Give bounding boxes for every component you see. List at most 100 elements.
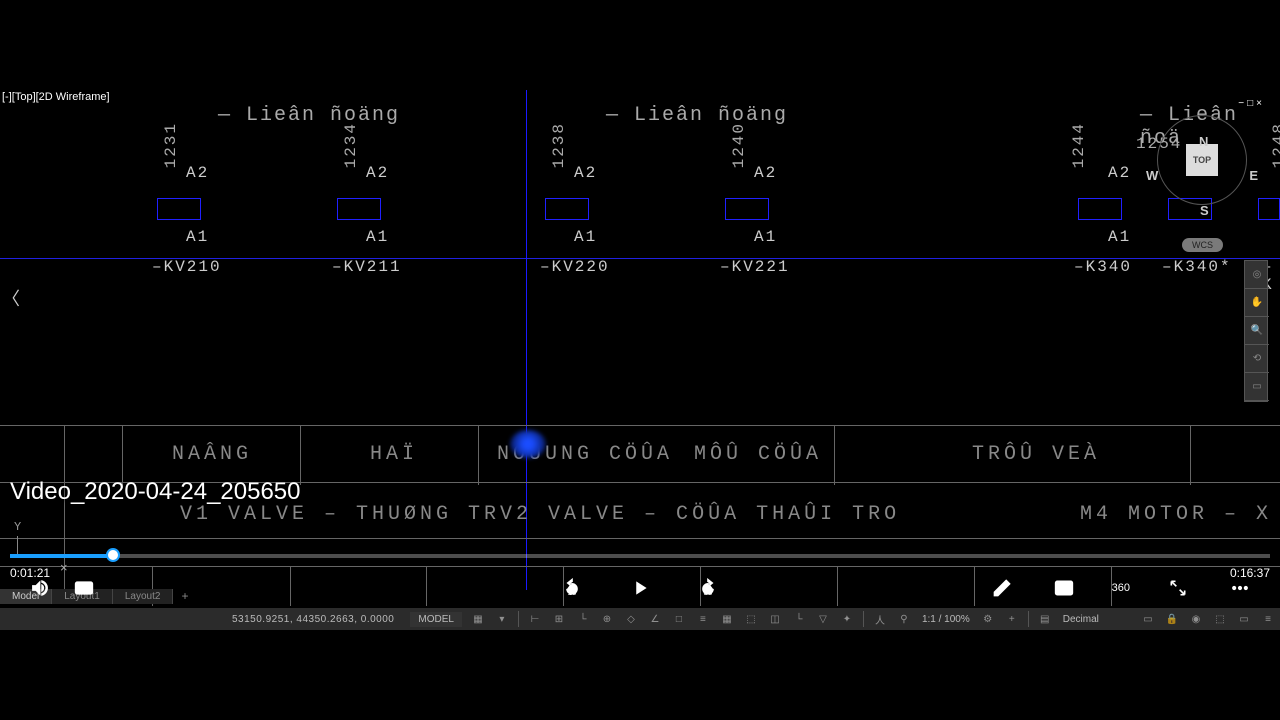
model-space-button[interactable]: MODEL <box>410 612 462 627</box>
ucs-y-axis-icon: Y <box>14 520 21 534</box>
separator <box>518 611 519 627</box>
subtitles-icon[interactable] <box>70 574 98 602</box>
table-cell: V1 VALVE – THUØNG TRV2 VALVE – CÖÛA THAÛ… <box>180 503 900 526</box>
table-border <box>300 425 301 485</box>
lineweight-icon[interactable]: ≡ <box>692 610 714 628</box>
component-ref: –KV211 <box>332 258 402 276</box>
ortho-icon[interactable]: └ <box>572 610 594 628</box>
terminal-label: A1 <box>1108 228 1131 246</box>
clean-screen-icon[interactable]: ▭ <box>1233 610 1255 628</box>
nav-zoom-icon[interactable]: 🔍 <box>1245 317 1269 345</box>
separator <box>1028 611 1029 627</box>
viewport-label[interactable]: [-][Top][2D Wireframe] <box>0 90 112 104</box>
more-icon[interactable] <box>1226 574 1254 602</box>
isometric-icon[interactable]: ◇ <box>620 610 642 628</box>
relay-symbol <box>1078 198 1122 220</box>
relay-symbol <box>725 198 769 220</box>
annotation-monitor-icon[interactable]: + <box>1001 610 1023 628</box>
edit-icon[interactable] <box>988 574 1016 602</box>
coordinates-readout[interactable]: 53150.9251, 44350.2663, 0.0000 <box>220 614 406 625</box>
play-button[interactable] <box>626 574 654 602</box>
wire-num: 1234 <box>342 122 360 168</box>
hardware-accel-icon[interactable]: ⬚ <box>1209 610 1231 628</box>
skip-fwd-label: 30 <box>704 588 713 597</box>
viewcube-south[interactable]: S <box>1200 203 1209 218</box>
table-border <box>0 425 1280 426</box>
wire-num: 1248 <box>1270 122 1280 168</box>
units-icon[interactable]: ▤ <box>1034 610 1056 628</box>
relay-symbol <box>545 198 589 220</box>
relay-symbol <box>1258 198 1280 220</box>
polar-tracking-icon[interactable]: ⊕ <box>596 610 618 628</box>
nav-wheel-icon[interactable]: ◎ <box>1245 261 1269 289</box>
annotation-scale[interactable]: 1:1 / 100% <box>916 614 976 625</box>
table-border <box>122 425 123 485</box>
component-ref: –K340 <box>1074 258 1132 276</box>
cursor-click-indicator <box>510 430 546 458</box>
workspace-icon[interactable]: ⚙ <box>977 610 999 628</box>
dynamic-input-icon[interactable]: ⊞ <box>548 610 570 628</box>
wcs-badge[interactable]: WCS <box>1182 238 1223 252</box>
dynamic-ucs-icon[interactable]: └ <box>788 610 810 628</box>
annotation-visibility-icon[interactable]: 人 <box>869 610 891 628</box>
skip-back-label: 10 <box>568 588 577 597</box>
isolate-objects-icon[interactable]: ◉ <box>1185 610 1207 628</box>
cad-viewport[interactable]: [-][Top][2D Wireframe] − □ × 〈 — Lieân ñ… <box>0 90 1280 630</box>
transparency-icon[interactable]: ▦ <box>716 610 738 628</box>
terminal-label: A2 <box>366 164 389 182</box>
navigation-bar: ◎ ✋ 🔍 ⟲ ▭ <box>1244 260 1268 402</box>
wire-num: 1231 <box>162 122 180 168</box>
nav-left-arrow-icon[interactable]: 〈 <box>2 285 20 311</box>
table-cell: NAÂNG <box>172 443 252 466</box>
grid-toggle-icon[interactable]: ▦ <box>467 610 489 628</box>
fullscreen-icon[interactable] <box>1164 574 1192 602</box>
viewcube-north[interactable]: N <box>1199 134 1208 149</box>
skip-forward-button[interactable]: 30 <box>694 574 722 602</box>
3d-osnap-icon[interactable]: ◫ <box>764 610 786 628</box>
table-cell: MÔÛ CÖÛA <box>694 443 822 466</box>
units-display[interactable]: Decimal <box>1057 614 1105 625</box>
terminal-label: A1 <box>186 228 209 246</box>
miniplayer-icon[interactable] <box>1050 574 1078 602</box>
playback-center: 10 30 <box>550 574 730 602</box>
selection-cycling-icon[interactable]: ⬚ <box>740 610 762 628</box>
nav-showmotion-icon[interactable]: ▭ <box>1245 373 1269 401</box>
progress-thumb[interactable] <box>106 548 120 562</box>
viewcube-west[interactable]: W <box>1146 168 1158 183</box>
component-ref: –KV210 <box>152 258 222 276</box>
selection-filter-icon[interactable]: ▽ <box>812 610 834 628</box>
component-ref: –KV221 <box>720 258 790 276</box>
vr-360-icon[interactable]: 360 <box>1112 574 1130 602</box>
infer-constraints-icon[interactable]: ⊢ <box>524 610 546 628</box>
terminal-label: A1 <box>574 228 597 246</box>
separator <box>863 611 864 627</box>
wire-num: 1244 <box>1070 122 1088 168</box>
osnap-icon[interactable]: □ <box>668 610 690 628</box>
lock-ui-icon[interactable]: 🔒 <box>1161 610 1183 628</box>
terminal-label: A2 <box>186 164 209 182</box>
gizmo-icon[interactable]: ✦ <box>836 610 858 628</box>
relay-symbol <box>157 198 201 220</box>
autoscale-icon[interactable]: ⚲ <box>893 610 915 628</box>
progress-track[interactable] <box>10 554 1270 558</box>
skip-back-button[interactable]: 10 <box>558 574 586 602</box>
nav-orbit-icon[interactable]: ⟲ <box>1245 345 1269 373</box>
component-ref: –KV220 <box>540 258 610 276</box>
component-ref: –K340* <box>1162 258 1232 276</box>
terminal-label: A1 <box>754 228 777 246</box>
volume-icon[interactable] <box>26 574 54 602</box>
table-cell: HAÏ <box>370 443 418 466</box>
status-bar: 53150.9251, 44350.2663, 0.0000 MODEL ▦ ▾… <box>0 608 1280 630</box>
playback-right: 360 <box>980 574 1262 602</box>
wire-num: 1238 <box>550 122 568 168</box>
grid-dropdown-icon[interactable]: ▾ <box>491 610 513 628</box>
osnap-tracking-icon[interactable]: ∠ <box>644 610 666 628</box>
quick-properties-icon[interactable]: ▭ <box>1137 610 1159 628</box>
viewcube[interactable]: TOP N S W E WCS <box>1152 110 1252 210</box>
table-cell: TRÔÛ VEÀ <box>972 443 1100 466</box>
video-title: Video_2020-04-24_205650 <box>10 478 301 506</box>
nav-pan-icon[interactable]: ✋ <box>1245 289 1269 317</box>
terminal-label: A2 <box>754 164 777 182</box>
customization-icon[interactable]: ≡ <box>1257 610 1279 628</box>
viewcube-east[interactable]: E <box>1249 168 1258 183</box>
